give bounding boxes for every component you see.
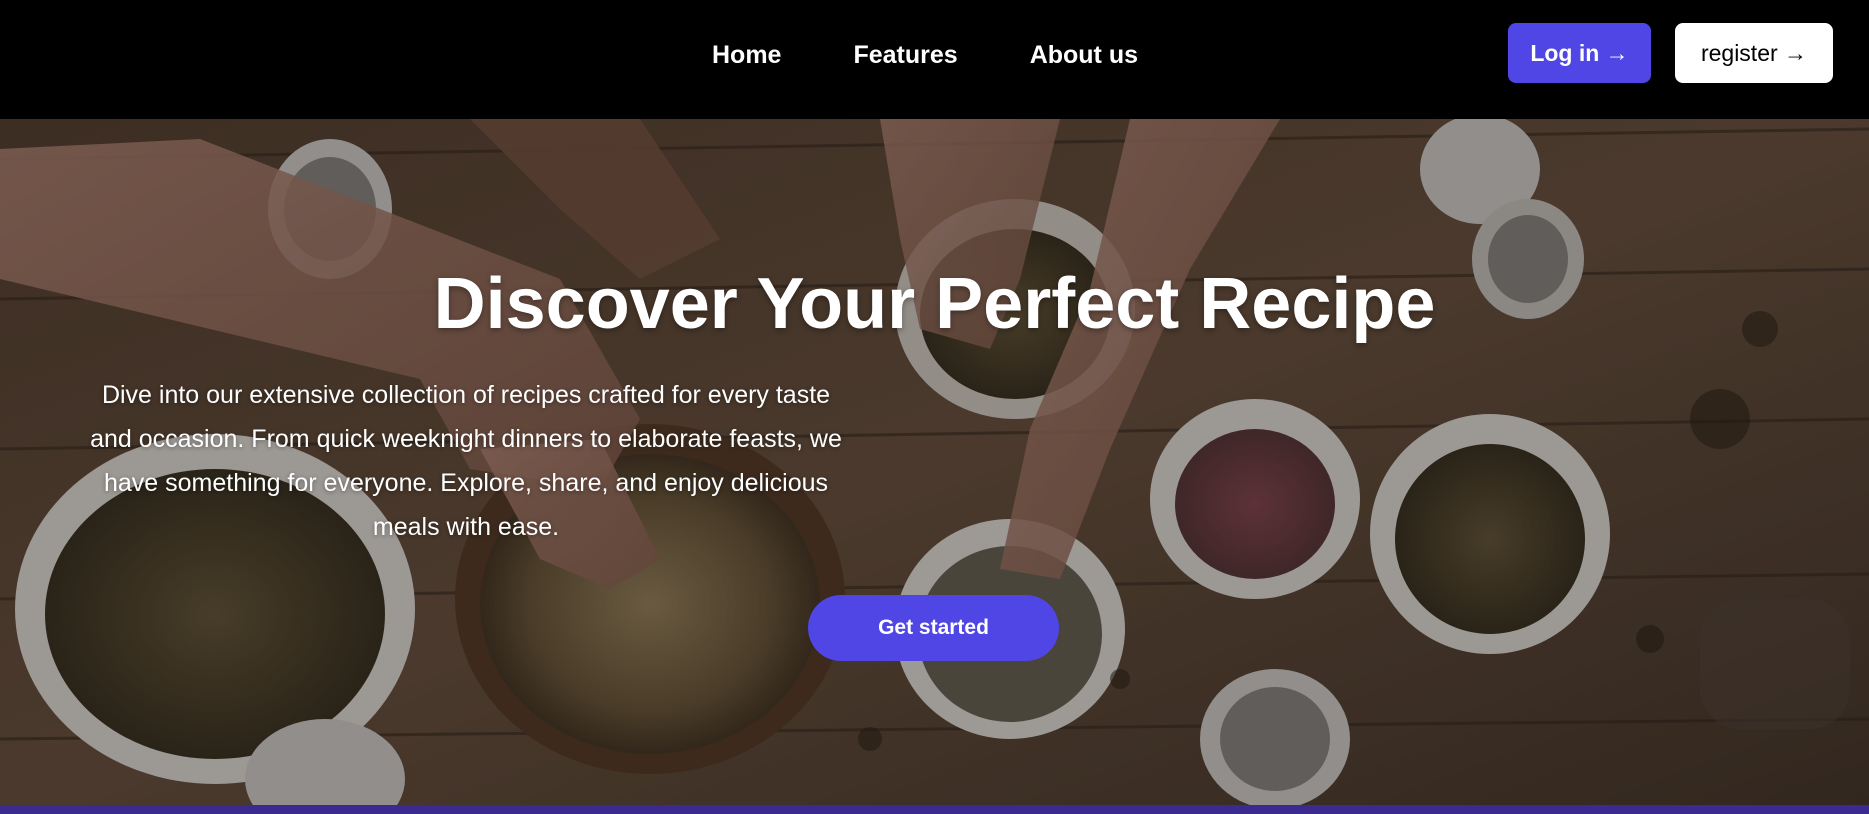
hero-section: Discover Your Perfect Recipe Dive into o…: [0, 119, 1869, 805]
login-button[interactable]: Log in →: [1508, 23, 1651, 83]
nav-links: Home Features About us: [712, 0, 1138, 110]
nav-link-home[interactable]: Home: [712, 41, 781, 70]
hero-description: Dive into our extensive collection of re…: [90, 381, 842, 541]
nav-link-about-us[interactable]: About us: [1030, 41, 1138, 70]
nav-link-features[interactable]: Features: [853, 41, 957, 70]
bottom-accent-strip: [0, 805, 1869, 814]
top-navbar: Home Features About us Log in → register…: [0, 0, 1869, 119]
get-started-button[interactable]: Get started: [808, 595, 1059, 661]
register-button[interactable]: register →: [1675, 23, 1833, 83]
hero-title: Discover Your Perfect Recipe: [433, 264, 1436, 344]
